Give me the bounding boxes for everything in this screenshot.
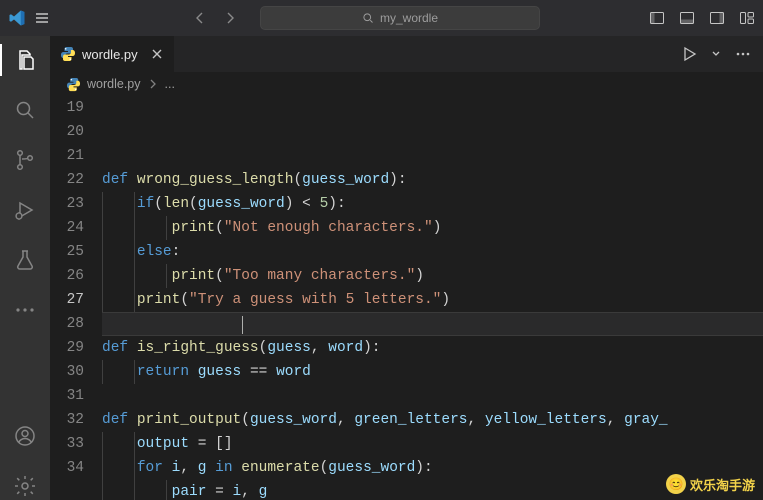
toggle-secondary-sidebar-icon[interactable] [709, 10, 725, 26]
code-line[interactable]: print("Not enough characters.") [102, 216, 763, 240]
code-line[interactable]: else: [102, 240, 763, 264]
customize-layout-icon[interactable] [739, 10, 755, 26]
command-center-text: my_wordle [380, 11, 438, 25]
layout-controls [649, 10, 755, 26]
code-line[interactable]: pair = i, g [102, 480, 763, 500]
workbench: wordle.py wordle.py ... 192 [0, 36, 763, 500]
app-menu-icon[interactable] [34, 10, 54, 26]
code-line[interactable] [102, 384, 763, 408]
run-dropdown-icon[interactable] [711, 49, 721, 59]
tab-filename: wordle.py [82, 47, 138, 62]
editor-tab[interactable]: wordle.py [50, 36, 175, 72]
text-cursor [242, 316, 243, 334]
command-center[interactable]: my_wordle [260, 6, 540, 30]
nav-forward-icon[interactable] [222, 10, 238, 26]
code-line[interactable] [102, 96, 763, 120]
code-line[interactable]: def print_output(guess_word, green_lette… [102, 408, 763, 432]
code-line[interactable] [102, 144, 763, 168]
line-number: 20 [50, 120, 84, 144]
run-file-icon[interactable] [681, 46, 697, 62]
editor-actions [669, 36, 763, 72]
line-number: 32 [50, 408, 84, 432]
activity-source-control-icon[interactable] [11, 146, 39, 174]
activity-bar [0, 36, 50, 500]
code-line[interactable]: if(len(guess_word) < 5): [102, 192, 763, 216]
code-line[interactable]: for i, g in enumerate(guess_word): [102, 456, 763, 480]
toggle-panel-icon[interactable] [679, 10, 695, 26]
line-number: 28 [50, 312, 84, 336]
toggle-primary-sidebar-icon[interactable] [649, 10, 665, 26]
breadcrumb[interactable]: wordle.py ... [50, 72, 763, 96]
line-number: 33 [50, 432, 84, 456]
line-number: 34 [50, 456, 84, 480]
chevron-right-icon [147, 78, 159, 90]
nav-arrows [192, 10, 238, 26]
activity-search-icon[interactable] [11, 96, 39, 124]
activity-accounts-icon[interactable] [11, 422, 39, 450]
code-content[interactable]: def wrong_guess_length(guess_word): if(l… [102, 96, 763, 500]
title-bar: my_wordle [0, 0, 763, 36]
line-number: 23 [50, 192, 84, 216]
code-line[interactable]: print("Try a guess with 5 letters.") [102, 288, 763, 312]
line-number: 31 [50, 384, 84, 408]
line-number: 21 [50, 144, 84, 168]
code-line[interactable] [102, 120, 763, 144]
code-line[interactable]: output = [] [102, 432, 763, 456]
python-file-icon [60, 46, 76, 62]
editor-more-icon[interactable] [735, 46, 751, 62]
watermark-icon: 😊 [666, 474, 686, 494]
breadcrumb-symbol: ... [165, 77, 175, 91]
activity-explorer-icon[interactable] [11, 46, 39, 74]
code-line[interactable]: def is_right_guess(guess, word): [102, 336, 763, 360]
code-line[interactable]: return guess == word [102, 360, 763, 384]
watermark-text: 欢乐淘手游 [690, 475, 755, 494]
code-line[interactable] [102, 312, 763, 336]
line-number: 25 [50, 240, 84, 264]
code-line[interactable]: def wrong_guess_length(guess_word): [102, 168, 763, 192]
line-number: 27 [50, 288, 84, 312]
line-number: 26 [50, 264, 84, 288]
code-line[interactable]: print("Too many characters.") [102, 264, 763, 288]
line-number: 19 [50, 96, 84, 120]
breadcrumb-file: wordle.py [87, 77, 141, 91]
code-editor[interactable]: 19202122232425262728293031323334 def wro… [50, 96, 763, 500]
line-number: 30 [50, 360, 84, 384]
vscode-icon [8, 9, 26, 27]
line-number-gutter: 19202122232425262728293031323334 [50, 96, 102, 500]
tab-close-icon[interactable] [150, 47, 164, 61]
editor-group: wordle.py wordle.py ... 192 [50, 36, 763, 500]
activity-testing-icon[interactable] [11, 246, 39, 274]
watermark: 😊 欢乐淘手游 [666, 474, 755, 494]
line-number: 22 [50, 168, 84, 192]
activity-overflow-icon[interactable] [11, 296, 39, 324]
search-icon [362, 12, 374, 24]
python-file-icon [66, 77, 81, 92]
activity-run-debug-icon[interactable] [11, 196, 39, 224]
line-number: 24 [50, 216, 84, 240]
nav-back-icon[interactable] [192, 10, 208, 26]
line-number: 29 [50, 336, 84, 360]
tab-bar: wordle.py [50, 36, 763, 72]
activity-settings-icon[interactable] [11, 472, 39, 500]
